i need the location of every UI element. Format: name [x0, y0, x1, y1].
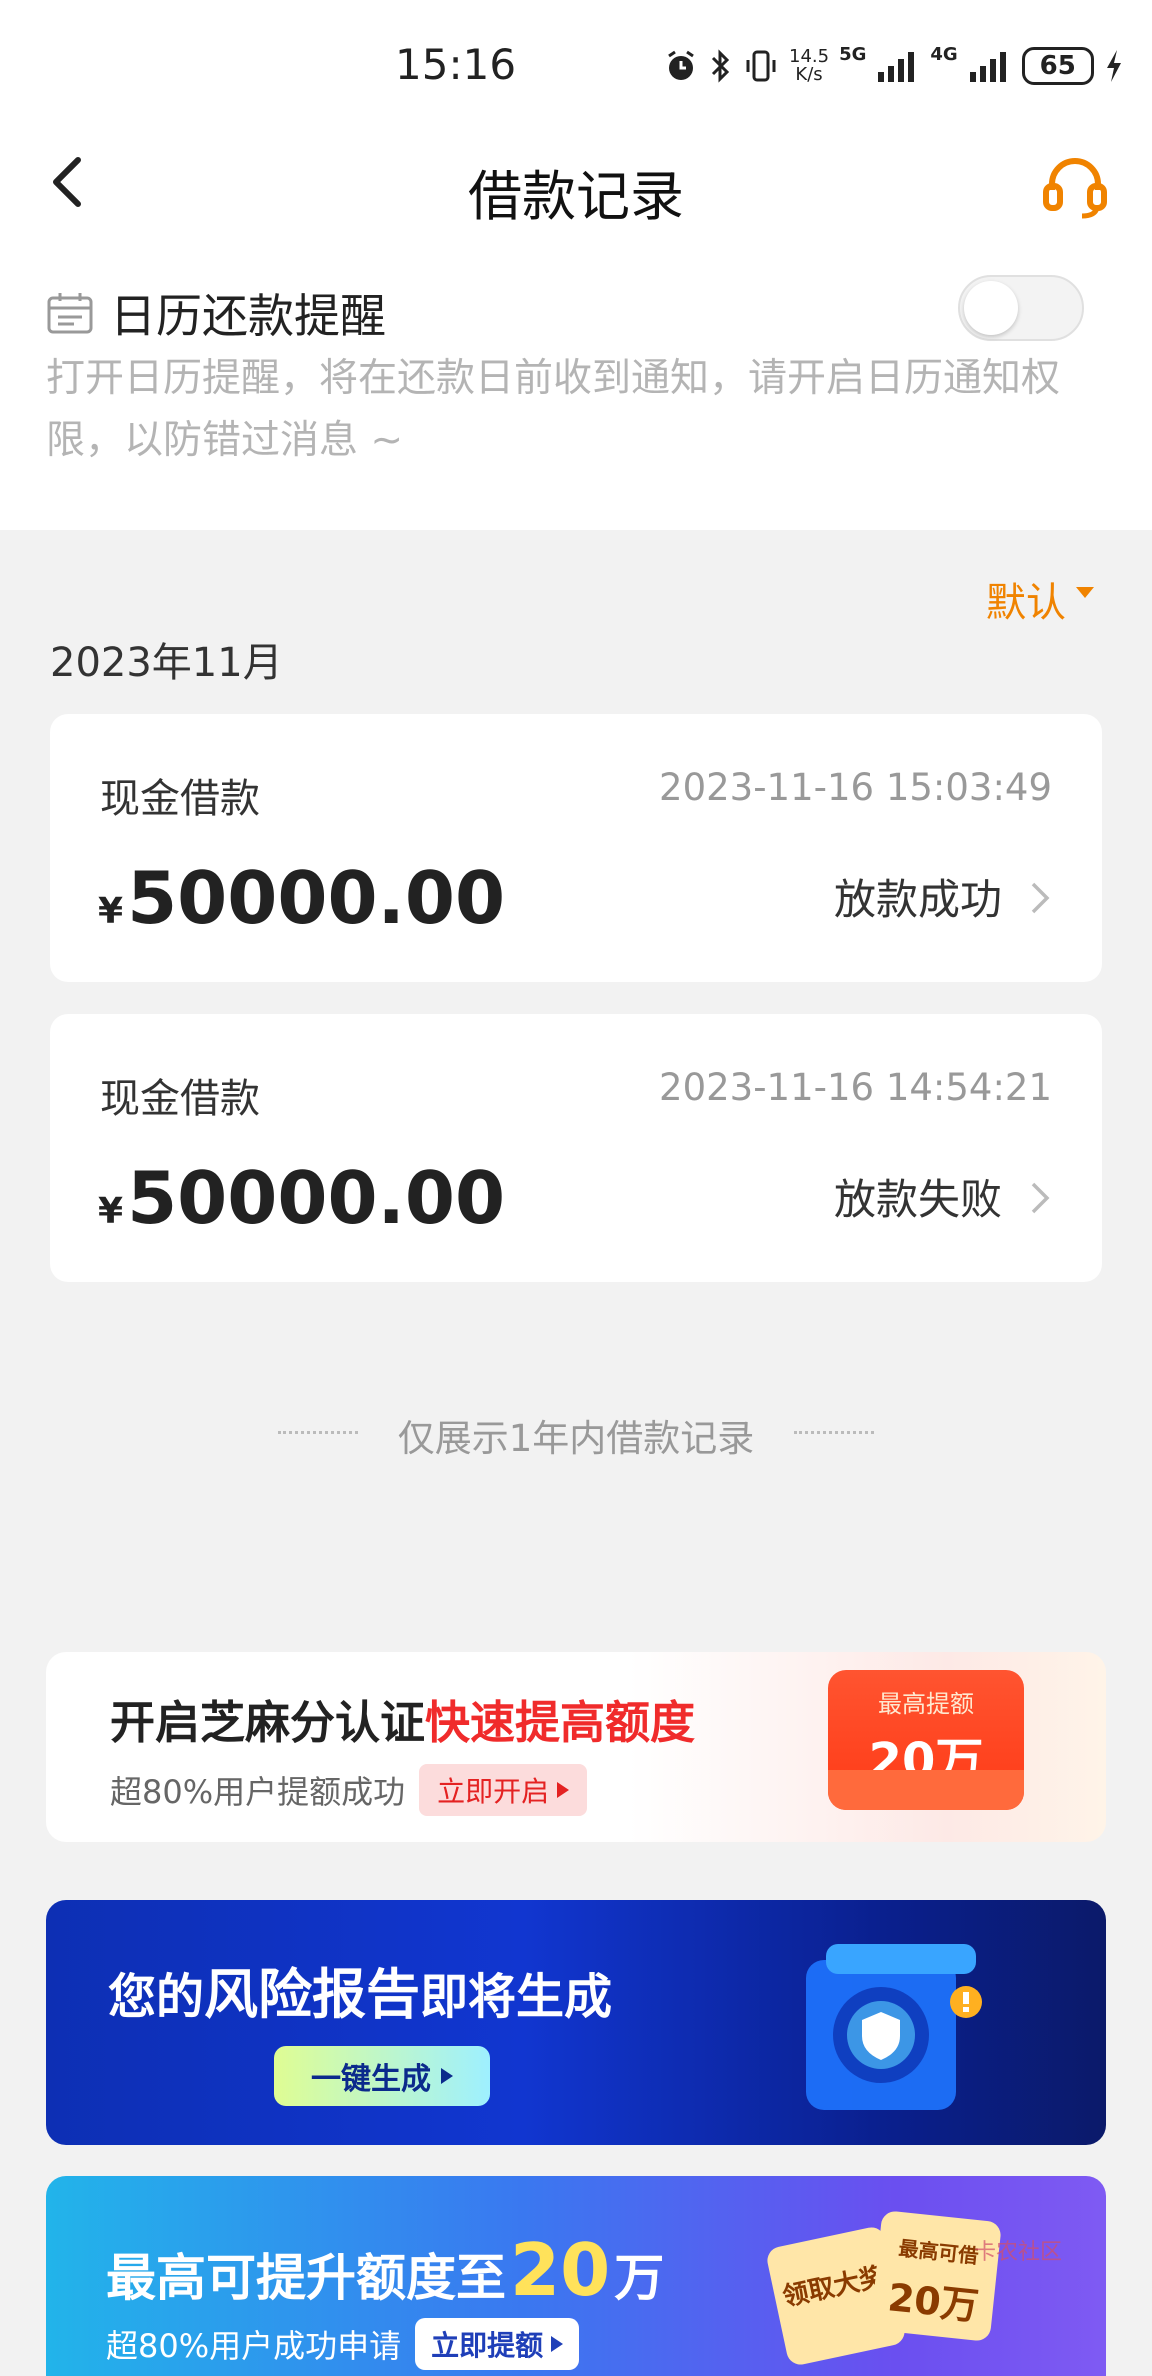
net-speed: 14.5 K/s [789, 48, 829, 84]
raise-banner-subtitle-row: 超80%用户成功申请 立即提额 [106, 2318, 580, 2370]
play-triangle-icon [441, 2068, 453, 2084]
zhima-title-black: 开启芝麻分认证 [110, 1696, 426, 1749]
loan-datetime: 2023-11-16 15:03:49 [659, 766, 1052, 809]
raise-limit-banner[interactable]: 最高可提升额度至 20 万 超80%用户成功申请 立即提额 领取大奖 最高可借 20… [46, 2176, 1106, 2376]
customer-service-icon[interactable] [1040, 152, 1110, 222]
raise-title-number: 20 [510, 2228, 611, 2312]
nav-bar: 借款记录 [0, 130, 1152, 240]
zhima-title-red: 快速提高额度 [425, 1696, 696, 1749]
zhima-subtitle: 超80%用户提额成功 [110, 1773, 406, 1811]
chevron-right-icon [1031, 882, 1050, 914]
caret-down-icon [1076, 586, 1094, 598]
risk-report-banner[interactable]: 您的风险报告即将生成 一键生成 [46, 1900, 1106, 2145]
calendar-reminder-toggle[interactable] [958, 275, 1084, 341]
loan-amount: ¥50000.00 [98, 1156, 505, 1240]
currency-symbol: ¥ [98, 891, 124, 932]
raise-subtitle: 超80%用户成功申请 [106, 2327, 402, 2365]
play-triangle-icon [551, 2336, 564, 2352]
loan-record-card[interactable]: 现金借款 2023-11-16 15:03:49 ¥50000.00 放款成功 [50, 714, 1102, 982]
loan-status: 放款失败 [833, 1175, 1002, 1224]
charging-icon [1106, 50, 1121, 82]
raise-title-unit: 万 [614, 2249, 665, 2307]
signal-icon [878, 52, 915, 82]
net2-label: 4G [930, 44, 958, 65]
loan-type: 现金借款 [100, 776, 260, 822]
loan-datetime: 2023-11-16 14:54:21 [659, 1066, 1052, 1109]
risk-banner-title: 您的风险报告即将生成 [108, 1950, 612, 2029]
status-bar: 15:16 14.5 K/s 5G 4G 65 [0, 0, 1152, 130]
currency-symbol: ¥ [98, 1191, 124, 1232]
battery-icon: 65 [1021, 47, 1094, 85]
net1-label: 5G [839, 44, 867, 65]
divider-line-left [278, 1431, 358, 1434]
calendar-reminder-label: 日历还款提醒 [110, 289, 386, 343]
sort-dropdown[interactable]: 默认 [986, 570, 1094, 628]
prize-coupon-right: 最高可借 20万 [870, 2210, 1002, 2342]
raise-banner-title: 最高可提升额度至 20 万 [106, 2228, 664, 2312]
risk-title-pre: 您的 [108, 1969, 205, 2025]
signal-icon-2 [969, 52, 1006, 82]
risk-title-post: 即将生成 [420, 1969, 613, 2025]
generate-report-button[interactable]: 一键生成 [274, 2046, 490, 2106]
divider-line-right [794, 1431, 874, 1434]
zhima-credit-banner[interactable]: 开启芝麻分认证快速提高额度 超80%用户提额成功 立即开启 最高提额 20万 [46, 1652, 1106, 1842]
vibrate-icon [746, 50, 776, 82]
raise-title-pre: 最高可提升额度至 [106, 2249, 506, 2307]
chevron-right-icon [1031, 1182, 1050, 1214]
bluetooth-icon [711, 49, 730, 83]
calendar-reminder-row: 日历还款提醒 [46, 280, 386, 346]
envelope-flap [828, 1770, 1024, 1810]
loan-amount-value: 50000.00 [127, 856, 506, 940]
loan-amount-value: 50000.00 [127, 1156, 506, 1240]
calendar-icon [47, 293, 93, 334]
raise-limit-label: 立即提额 [431, 2329, 544, 2362]
status-time: 15:16 [395, 40, 517, 89]
loan-type: 现金借款 [100, 1076, 260, 1122]
play-triangle-icon [557, 1782, 570, 1798]
risk-title-main: 风险报告 [204, 1963, 421, 2026]
loan-record-card[interactable]: 现金借款 2023-11-16 14:54:21 ¥50000.00 放款失败 [50, 1014, 1102, 1282]
net-speed-unit: K/s [795, 64, 823, 85]
loan-amount: ¥50000.00 [98, 856, 505, 940]
calendar-reminder-description: 打开日历提醒，将在还款日前收到通知，请开启日历通知权限，以防错过消息 ~ [46, 356, 1061, 463]
status-icons: 14.5 K/s 5G 4G 65 [663, 44, 1124, 88]
coupon-right-amount: 20万 [885, 2275, 981, 2329]
watermark-logo: 卡农社区 [974, 2240, 1063, 2265]
red-envelope-badge: 最高提额 20万 [828, 1670, 1024, 1810]
toggle-knob [964, 281, 1018, 335]
month-header: 2023年11月 [50, 640, 283, 686]
loan-status: 放款成功 [833, 875, 1002, 924]
zhima-banner-subtitle-row: 超80%用户提额成功 立即开启 [110, 1764, 588, 1816]
generate-report-label: 一键生成 [311, 2062, 431, 2097]
page-title: 借款记录 [468, 165, 684, 228]
zhima-open-button[interactable]: 立即开启 [419, 1764, 588, 1816]
sort-label: 默认 [986, 580, 1066, 626]
zhima-banner-title: 开启芝麻分认证快速提高额度 [110, 1686, 695, 1751]
alarm-icon [668, 50, 694, 80]
raise-limit-button[interactable]: 立即提额 [415, 2318, 580, 2370]
badge-top-text: 最高提额 [878, 1690, 974, 1718]
zhima-open-label: 立即开启 [437, 1775, 550, 1808]
footer-note-text: 仅展示1年内借款记录 [397, 1417, 755, 1460]
records-footer-note: 仅展示1年内借款记录 [0, 1408, 1152, 1462]
shield-document-icon [806, 1944, 982, 2110]
